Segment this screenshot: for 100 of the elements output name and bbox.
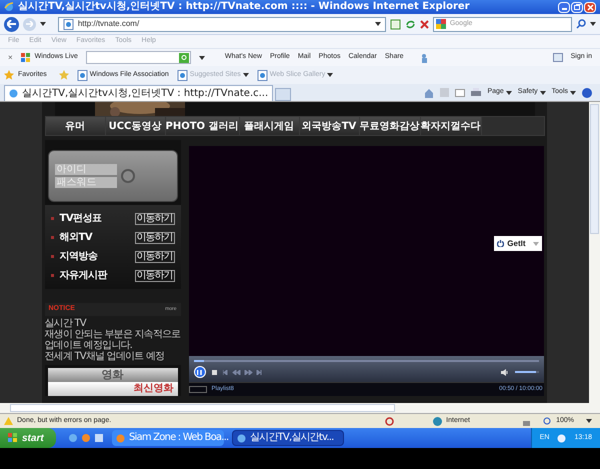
page-icon [176,70,188,80]
taskbar-button-label: Siam Zone : Web Boa... [129,433,228,443]
people-icon [420,52,430,62]
browser-tab[interactable]: 실시간TV,실시간tv시청,인터넷TV : http://TVnate.c... [4,85,274,101]
live-search-field[interactable] [86,51,191,64]
maximize-button[interactable] [571,2,583,12]
browser-icon [9,89,18,98]
site-nav-tab[interactable]: PHOTO 갤러리 [166,117,239,135]
login-button[interactable] [120,169,134,183]
getit-button[interactable]: GetIt [494,236,542,251]
minimize-icon [562,8,566,10]
start-button[interactable]: start [0,428,56,448]
search-icon [576,19,586,29]
pause-button[interactable] [194,366,206,378]
url-text: http://tvnate.com/ [78,18,140,30]
back-button[interactable] [4,16,19,32]
caret-icon [570,90,576,94]
star-icon [4,70,14,80]
tab-title: 실시간TV,실시간tv시청,인터넷TV : http://TVnate.c... [22,88,268,98]
caret-icon [242,73,249,77]
caret-icon [532,242,538,246]
zoom-icon [543,416,552,426]
caret-icon [590,22,596,26]
google-logo-icon [436,19,446,29]
print-icon [471,88,482,97]
quick-launch-icons[interactable] [68,433,104,443]
feed-icon [440,88,450,97]
stop-icon [212,370,216,374]
bullet-icon [50,236,54,239]
meter-icon [188,386,206,393]
page-icon [76,70,88,80]
site-nav-tab[interactable]: 확자지껄수다 [420,117,481,135]
messenger-icon [552,53,563,62]
go-button[interactable]: 이동하기 [134,232,174,244]
site-nav-tab[interactable]: 무료영화감상 [360,117,420,135]
forward-arrow-icon [26,21,33,27]
bullet-icon [50,217,54,220]
movie-link[interactable]: 최신영화 [48,382,178,396]
close-button[interactable] [584,2,596,12]
caret-icon [198,56,205,60]
go-button[interactable]: 이동하기 [134,270,174,282]
side-menu-label: 자유게시판 [60,269,107,283]
horizontal-scrollbar[interactable] [0,403,600,413]
minimize-button[interactable] [558,2,570,12]
windows-logo-icon [20,52,31,62]
skip-controls-icon [222,370,262,374]
caret-icon [586,419,592,423]
browser-icon [4,2,14,12]
globe-icon [433,416,442,426]
refresh-icon [404,18,416,30]
scroll-thumb[interactable] [590,104,599,234]
privacy-icon [385,416,394,426]
tray-icon [557,434,566,442]
side-menu-label: 지역방송 [60,250,98,264]
windows-logo-icon [8,433,18,443]
new-tab-button[interactable] [275,88,292,101]
site-nav-tab[interactable]: 유머 [46,117,104,135]
taskbar-button-label: 실시간TV,실시간tv... [250,433,334,443]
page-icon [62,18,74,30]
app-icon [237,434,246,442]
forward-button[interactable] [22,18,36,30]
scroll-thumb[interactable] [10,404,395,412]
caret-icon [506,90,512,94]
caret-icon [375,22,382,26]
back-arrow-icon [6,20,16,28]
help-icon [582,88,592,98]
search-icon [178,52,189,62]
notice-text: 전세계 TV채널 업데이트 예정 [44,351,166,362]
notice-text: 재생이 안되는 부분은 지속적으로 업데이트 예정입니다. [44,329,180,351]
caret-icon [327,73,334,77]
mail-icon [455,88,466,96]
close-toolbar-button[interactable]: × [8,52,13,64]
site-nav-tab[interactable]: UCC동영상 [106,117,164,135]
add-favorite-icon [58,70,69,80]
address-field[interactable]: http://tvnate.com/ [58,16,386,32]
caret-icon [540,90,546,94]
notice-text: 실시간 TV [44,318,88,329]
movie-title: 영화 [48,368,178,382]
home-icon [424,88,434,98]
restore-icon [574,4,580,10]
side-menu-label: TV편성표 [60,212,102,226]
vertical-scrollbar[interactable] [589,102,600,403]
compatibility-icon [390,18,401,30]
site-nav-tab[interactable]: 외국방송TV [300,117,359,135]
volume-icon [500,368,508,376]
page-icon [256,70,268,80]
power-icon [497,240,504,247]
bullet-icon [50,274,54,277]
taskbar-button[interactable]: 실시간TV,실시간tv... [232,430,344,446]
warning-icon [4,417,13,425]
go-button[interactable]: 이동하기 [134,250,174,262]
site-nav-tab[interactable]: 플래시게임 [240,117,299,135]
pause-icon [197,370,202,374]
close-icon [586,4,594,10]
window-title: 실시간TV,실시간tv시청,인터넷TV : http://TVnate.com :::: - Windows Internet Explorer [18,2,470,12]
side-menu-label: 해외TV [60,231,92,245]
app-icon [116,434,125,442]
bullet-icon [50,255,54,258]
caret-icon [40,22,46,26]
go-button[interactable]: 이동하기 [134,212,174,224]
